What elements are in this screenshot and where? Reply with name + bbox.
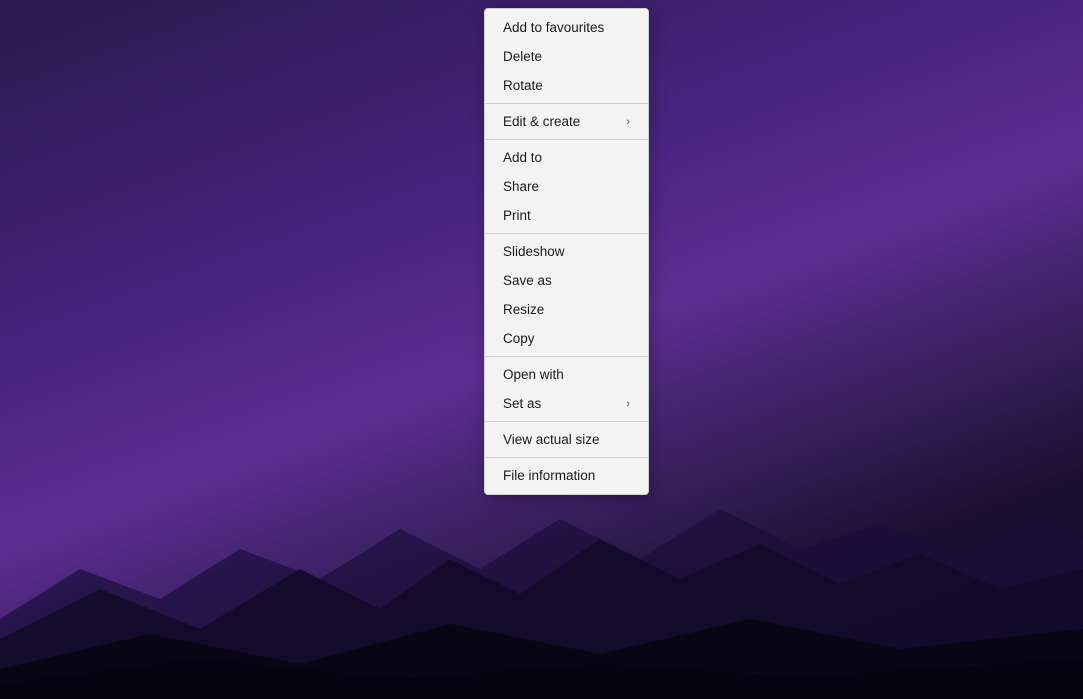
menu-divider (485, 421, 648, 422)
menu-item-save-as[interactable]: Save as (485, 266, 648, 295)
menu-item-label-rotate: Rotate (503, 78, 543, 93)
menu-item-view-actual-size[interactable]: View actual size (485, 425, 648, 454)
menu-item-label-set-as: Set as (503, 396, 541, 411)
context-menu: Add to favourites Delete Rotate Edit & crea… (484, 8, 649, 495)
menu-item-add-to-favourites[interactable]: Add to favourites (485, 13, 648, 42)
menu-item-label-resize: Resize (503, 302, 544, 317)
menu-item-share[interactable]: Share (485, 172, 648, 201)
menu-divider (485, 139, 648, 140)
menu-item-label-add-to: Add to (503, 150, 542, 165)
menu-item-label-file-information: File information (503, 468, 595, 483)
menu-item-label-print: Print (503, 208, 531, 223)
menu-item-add-to[interactable]: Add to (485, 143, 648, 172)
menu-item-set-as[interactable]: Set as › (485, 389, 648, 418)
menu-item-file-information[interactable]: File information (485, 461, 648, 490)
menu-item-label-delete: Delete (503, 49, 542, 64)
menu-divider (485, 356, 648, 357)
menu-divider (485, 103, 648, 104)
menu-item-label-share: Share (503, 179, 539, 194)
menu-item-label-edit-create: Edit & create (503, 114, 580, 129)
menu-item-label-save-as: Save as (503, 273, 552, 288)
menu-item-rotate[interactable]: Rotate (485, 71, 648, 100)
menu-item-label-slideshow: Slideshow (503, 244, 565, 259)
menu-item-print[interactable]: Print (485, 201, 648, 230)
menu-item-copy[interactable]: Copy (485, 324, 648, 353)
menu-item-label-add-to-favourites: Add to favourites (503, 20, 604, 35)
menu-item-resize[interactable]: Resize (485, 295, 648, 324)
menu-item-open-with[interactable]: Open with (485, 360, 648, 389)
menu-item-edit-create[interactable]: Edit & create › (485, 107, 648, 136)
menu-item-delete[interactable]: Delete (485, 42, 648, 71)
menu-item-label-view-actual-size: View actual size (503, 432, 600, 447)
menu-item-slideshow[interactable]: Slideshow (485, 237, 648, 266)
menu-item-label-copy: Copy (503, 331, 535, 346)
menu-item-label-open-with: Open with (503, 367, 564, 382)
menu-divider (485, 457, 648, 458)
submenu-arrow-icon-set-as: › (626, 398, 630, 410)
submenu-arrow-icon-edit-create: › (626, 116, 630, 128)
menu-divider (485, 233, 648, 234)
